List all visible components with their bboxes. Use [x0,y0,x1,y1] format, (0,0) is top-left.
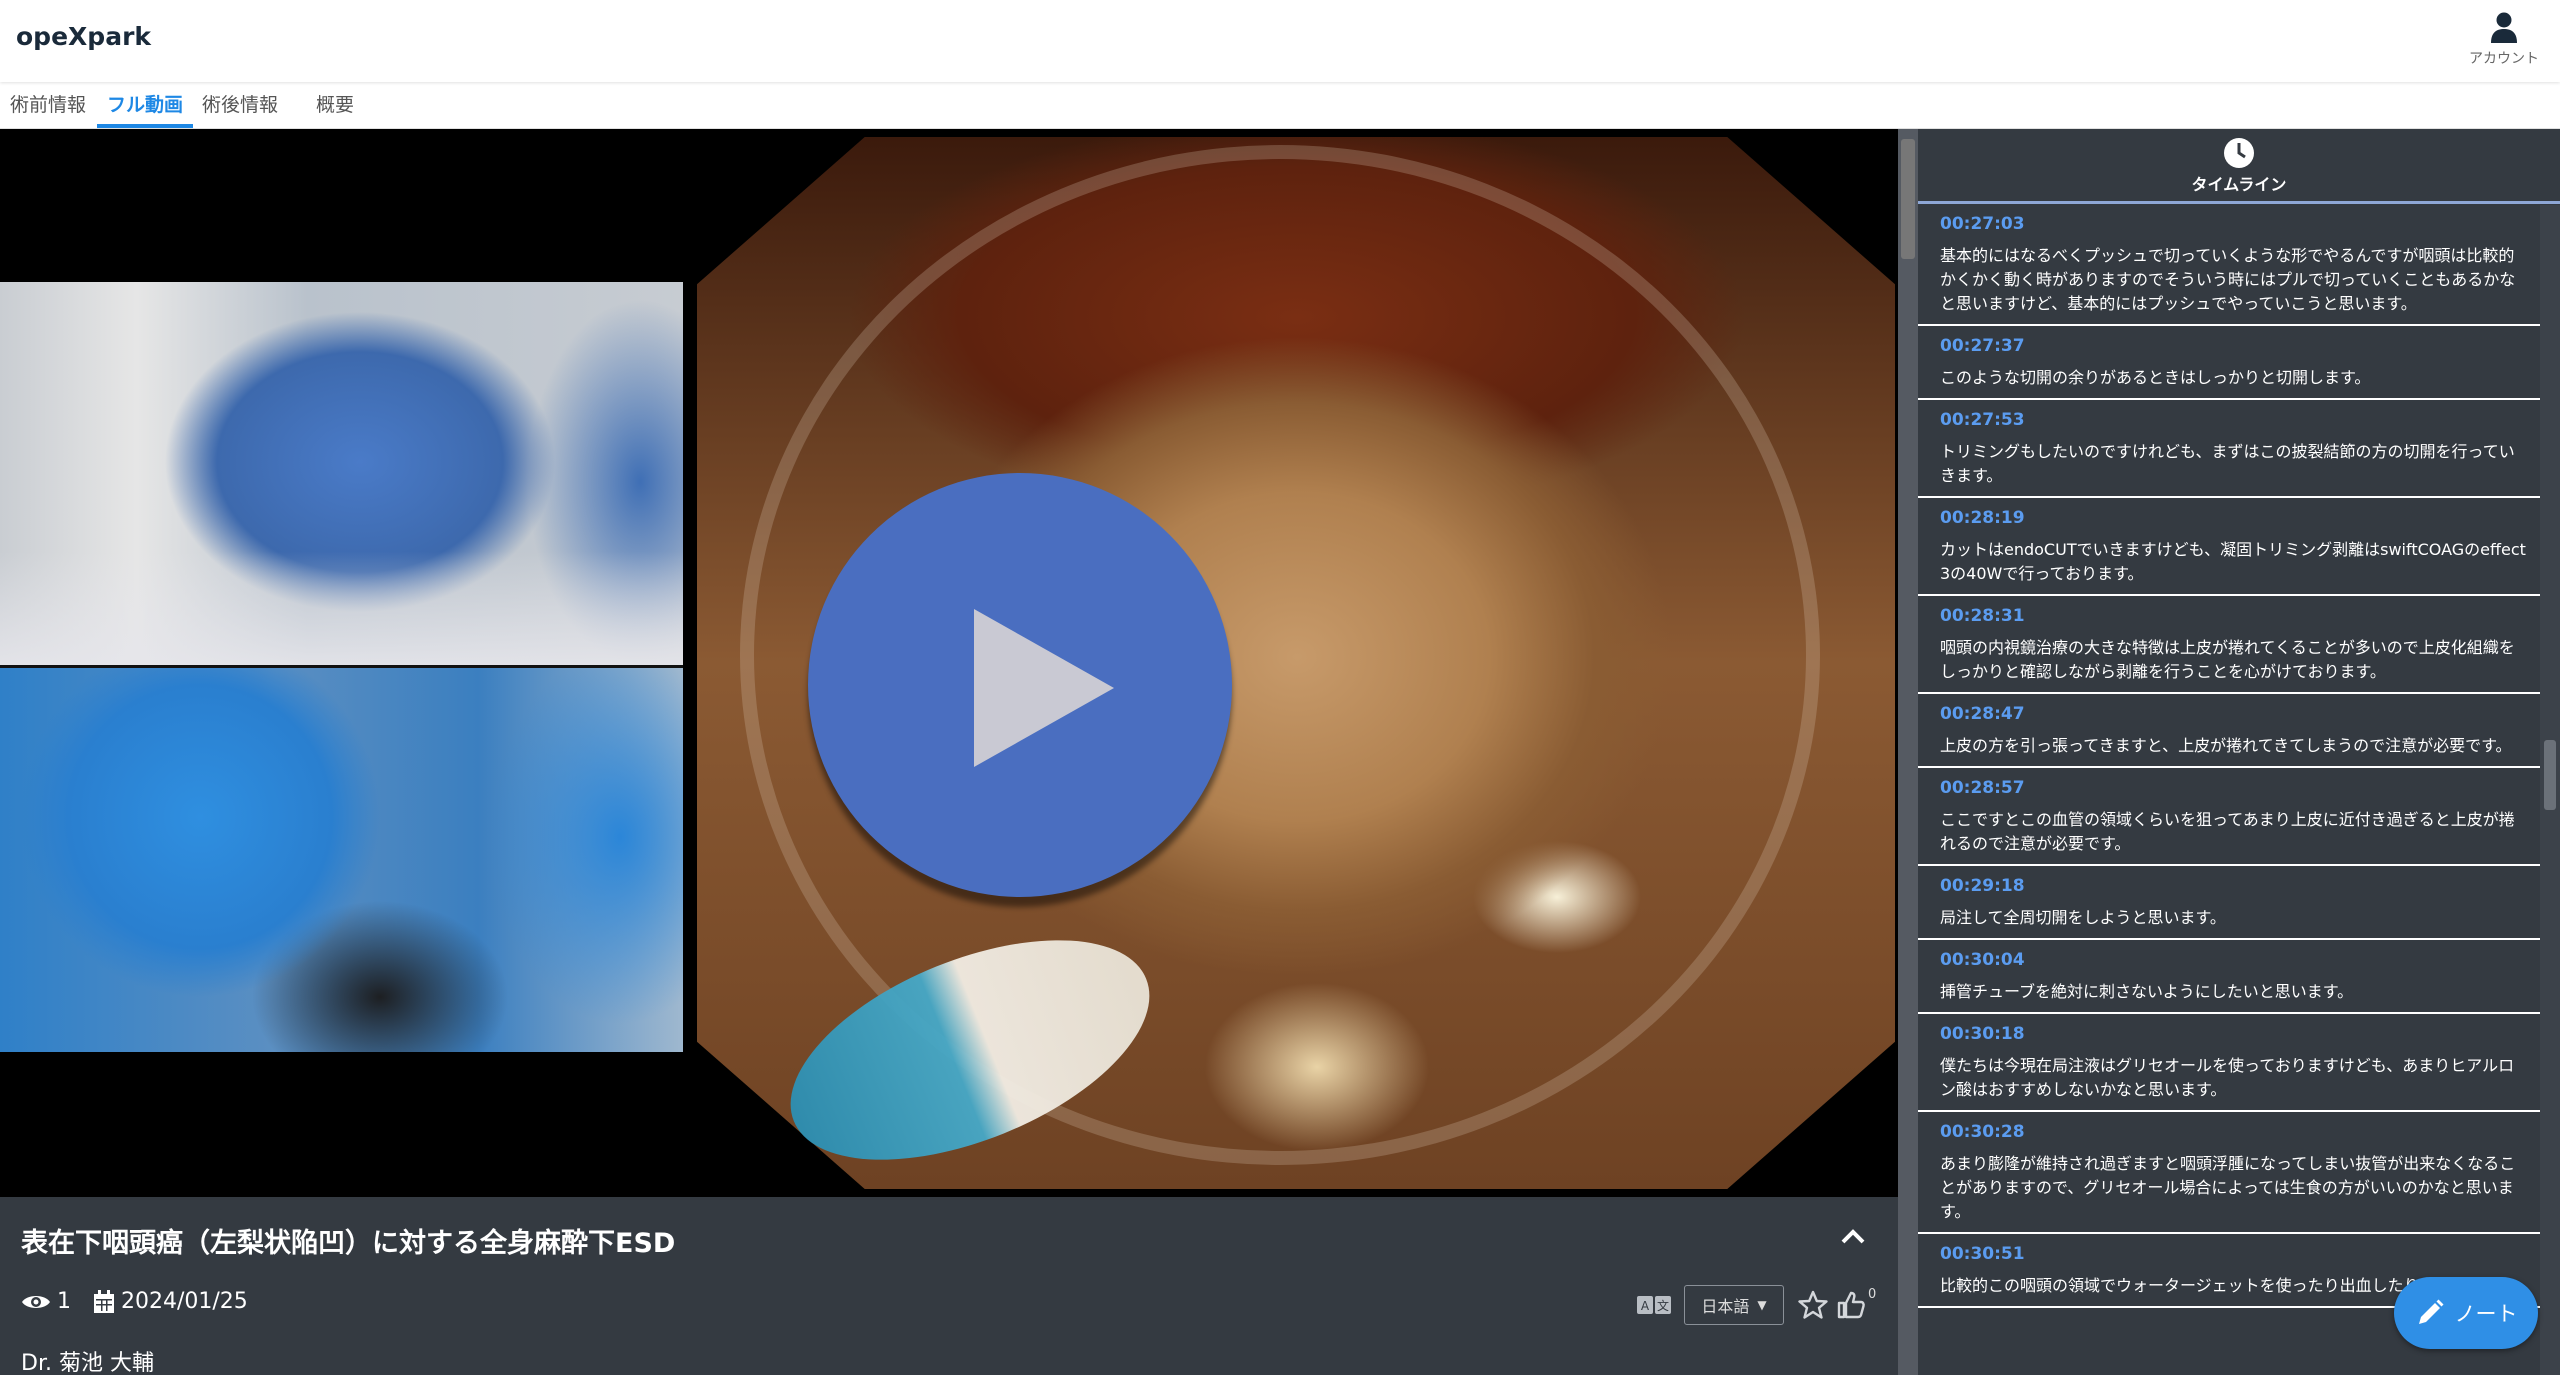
timeline-text: 基本的にはなるべくプッシュで切っていくような形でやるんですが咽頭は比較的かくかく… [1940,246,2516,313]
timeline-item[interactable]: 00:30:04 挿管チューブを絶対に刺さないようにしたいと思います。 [1918,940,2542,1014]
eye-icon [22,1295,50,1308]
app-logo[interactable]: opeXpark [16,22,151,51]
caret-down-icon: ▼ [1757,1298,1767,1312]
operating-room-camera-top [0,282,683,667]
note-button[interactable]: ノート [2394,1277,2538,1349]
timeline-text: 僕たちは今現在局注液はグリセオールを使っておりますけども、あまりヒアルロン酸はお… [1940,1056,2515,1099]
tab-full-video[interactable]: フル動画 [97,83,194,128]
like-count: 0 [1868,1287,1877,1302]
timeline-item[interactable]: 00:28:47 上皮の方を引っ張ってきますと、上皮が捲れてきてしまうので注意が必… [1918,694,2542,768]
clock-icon [2224,138,2254,168]
video-controls: A 文 日本語 ▼ 0 [1636,1285,1876,1325]
timeline-timestamp[interactable]: 00:27:03 [1940,214,2530,234]
timeline-text: 咽頭の内視鏡治療の大きな特徴は上皮が捲れてくることが多いので上皮化組織をしっかり… [1940,638,2515,681]
timeline-text: トリミングもしたいのですけれども、まずはこの披裂結節の方の切開を行っていきます。 [1940,442,2515,485]
timeline-item[interactable]: 00:27:37 このような切開の余りがあるときはしっかりと切開します。 [1918,326,2542,400]
tab-bar: 術前情報 フル動画 術後情報 概要 [0,83,2560,129]
chevron-up-icon[interactable] [1840,1227,1866,1245]
account-icon [2491,12,2517,43]
timeline-timestamp[interactable]: 00:27:37 [1940,336,2530,356]
timeline-item[interactable]: 00:28:19 カットはendoCUTでいきますけども、凝固トリミング剥離はsw… [1918,498,2542,596]
timeline-panel: タイムライン 00:27:03 基本的にはなるべくプッシュで切っていくような形でや… [1918,129,2560,1375]
tab-preop-info[interactable]: 術前情報 [0,83,96,128]
language-selected: 日本語 [1701,1297,1750,1316]
timeline-item[interactable]: 00:28:57 ここですとこの血管の領域くらいを狙ってあまり上皮に近付き過ぎると… [1918,768,2542,866]
timeline-tab[interactable]: タイムライン [1918,129,2560,204]
account-label: アカウント [2469,51,2539,67]
app-header: opeXpark アカウント [0,0,2560,82]
timeline-text: カットはendoCUTでいきますけども、凝固トリミング剥離はswiftCOAGの… [1940,540,2526,583]
thumbs-up-icon[interactable] [1836,1290,1866,1320]
video-meta: 1 2024/01/25 [21,1289,248,1314]
timeline-list: 00:27:03 基本的にはなるべくプッシュで切っていくような形でやるんですが咽頭… [1918,204,2542,1308]
timeline-text: 局注して全周切開をしようと思います。 [1940,908,2226,927]
timeline-title: タイムライン [2191,175,2287,194]
camera-divider [0,665,683,668]
timeline-scrollbar-thumb[interactable] [2544,740,2556,810]
timeline-timestamp[interactable]: 00:30:51 [1940,1244,2530,1264]
upload-date: 2024/01/25 [121,1289,248,1314]
timeline-timestamp[interactable]: 00:30:18 [1940,1024,2530,1044]
video-info-panel: 表在下咽頭癌（左梨状陥凹）に対する全身麻酔下ESD 1 2024/01/25 D… [0,1197,1898,1376]
timeline-item[interactable]: 00:28:31 咽頭の内視鏡治療の大きな特徴は上皮が捲れてくることが多いので上皮… [1918,596,2542,694]
language-select[interactable]: 日本語 ▼ [1684,1285,1784,1325]
timeline-item[interactable]: 00:27:03 基本的にはなるべくプッシュで切っていくような形でやるんですが咽頭… [1918,204,2542,326]
calendar-icon [94,1289,114,1313]
star-icon[interactable] [1798,1290,1828,1320]
play-button[interactable] [808,473,1232,897]
timeline-timestamp[interactable]: 00:28:31 [1940,606,2530,626]
play-icon [974,609,1114,767]
doctor-name: Dr. 菊池 大輔 [21,1351,154,1376]
timeline-timestamp[interactable]: 00:28:47 [1940,704,2530,724]
timeline-timestamp[interactable]: 00:27:53 [1940,410,2530,430]
view-count: 1 [57,1289,71,1314]
svg-text:A: A [1641,1299,1650,1313]
translate-icon[interactable]: A 文 [1636,1294,1672,1316]
tab-postop-info[interactable]: 術後情報 [192,83,288,128]
video-scrollbar-thumb[interactable] [1901,139,1915,259]
pencil-icon [2418,1299,2443,1324]
video-title: 表在下咽頭癌（左梨状陥凹）に対する全身麻酔下ESD [21,1228,676,1259]
timeline-text: あまり膨隆が維持され過ぎますと咽頭浮腫になってしまい抜管が出来なくなることがあり… [1940,1154,2516,1221]
timeline-timestamp[interactable]: 00:30:04 [1940,950,2530,970]
timeline-timestamp[interactable]: 00:29:18 [1940,876,2530,896]
tab-summary[interactable]: 概要 [306,83,364,128]
video-scrollbar[interactable] [1898,129,1918,1375]
timeline-text: このような切開の余りがあるときはしっかりと切開します。 [1940,368,2371,387]
note-label: ノート [2454,1302,2518,1326]
timeline-item[interactable]: 00:30:18 僕たちは今現在局注液はグリセオールを使っておりますけども、あまり… [1918,1014,2542,1112]
timeline-timestamp[interactable]: 00:28:19 [1940,508,2530,528]
timeline-text: 上皮の方を引っ張ってきますと、上皮が捲れてきてしまうので注意が必要です。 [1940,736,2512,755]
timeline-timestamp[interactable]: 00:28:57 [1940,778,2530,798]
operating-room-camera-bottom [0,667,683,1052]
account-button[interactable]: アカウント [2464,12,2544,68]
timeline-text: 挿管チューブを絶対に刺さないようにしたいと思います。 [1940,982,2354,1001]
timeline-item[interactable]: 00:29:18 局注して全周切開をしようと思います。 [1918,866,2542,940]
timeline-text: ここですとこの血管の領域くらいを狙ってあまり上皮に近付き過ぎると上皮が捲れるので… [1940,810,2515,853]
timeline-timestamp[interactable]: 00:30:28 [1940,1122,2530,1142]
svg-text:文: 文 [1657,1298,1669,1313]
timeline-item[interactable]: 00:27:53 トリミングもしたいのですけれども、まずはこの披裂結節の方の切開を… [1918,400,2542,498]
timeline-scrollbar[interactable] [2540,205,2560,1375]
timeline-item[interactable]: 00:30:28 あまり膨隆が維持され過ぎますと咽頭浮腫になってしまい抜管が出来な… [1918,1112,2542,1234]
